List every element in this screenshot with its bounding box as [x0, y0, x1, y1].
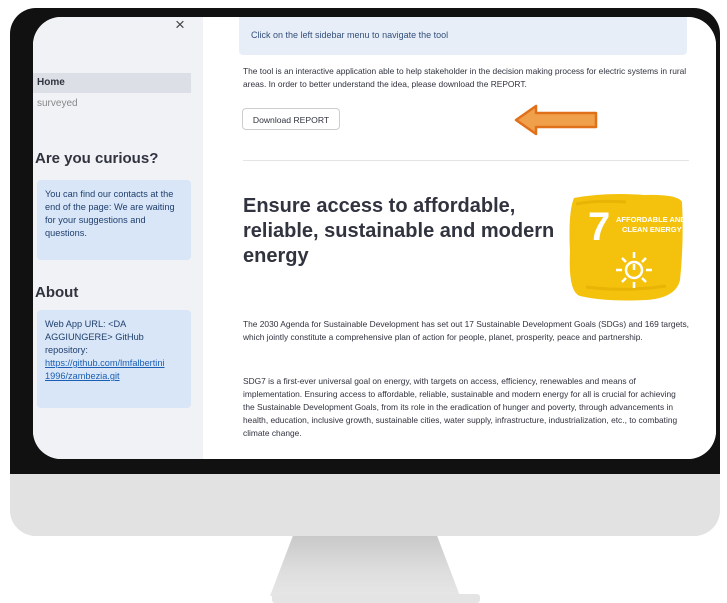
github-link[interactable]: https://github.com/lmfalbertini 1996/zamb… [45, 357, 183, 383]
about-info-box: Web App URL: <DA AGGIUNGERE> GitHub repo… [37, 310, 191, 408]
monitor-stand-base [272, 594, 480, 603]
sidebar-item-home[interactable]: Home [33, 73, 191, 93]
main-content: Click on the left sidebar menu to naviga… [203, 17, 716, 459]
intro-paragraph: The tool is an interactive application a… [243, 66, 687, 89]
app-screen: × Home surveyed Are you curious? You can… [33, 17, 716, 459]
info-banner: Click on the left sidebar menu to naviga… [239, 17, 687, 55]
contact-info-text: You can find our contacts at the end of … [45, 189, 175, 238]
page-title: Ensure access to affordable, reliable, s… [243, 195, 555, 267]
agenda-paragraph: The 2030 Agenda for Sustainable Developm… [243, 319, 690, 342]
sdg7-paragraph: SDG7 is a first-ever universal goal on e… [243, 376, 678, 438]
download-report-button[interactable]: Download REPORT [242, 108, 340, 130]
sidebar: × Home surveyed Are you curious? You can… [33, 17, 203, 459]
sidebar-item-surveyed[interactable]: surveyed [33, 94, 191, 114]
curious-heading: Are you curious? [35, 150, 159, 167]
svg-text:AFFORDABLE AND: AFFORDABLE AND [616, 215, 684, 224]
info-banner-text: Click on the left sidebar menu to naviga… [251, 30, 449, 40]
svg-text:7: 7 [588, 205, 610, 249]
arrow-pointer-icon [514, 104, 598, 136]
divider [243, 160, 689, 161]
about-heading: About [35, 284, 79, 301]
monitor-chin [10, 474, 720, 536]
svg-text:CLEAN ENERGY: CLEAN ENERGY [622, 225, 682, 234]
close-sidebar-icon[interactable]: × [175, 17, 185, 35]
about-text: Web App URL: <DA AGGIUNGERE> GitHub repo… [45, 319, 144, 355]
sdg7-logo: 7 AFFORDABLE AND CLEAN ENERGY [569, 194, 684, 301]
monitor-stand [270, 536, 460, 596]
contact-info-box: You can find our contacts at the end of … [37, 180, 191, 260]
